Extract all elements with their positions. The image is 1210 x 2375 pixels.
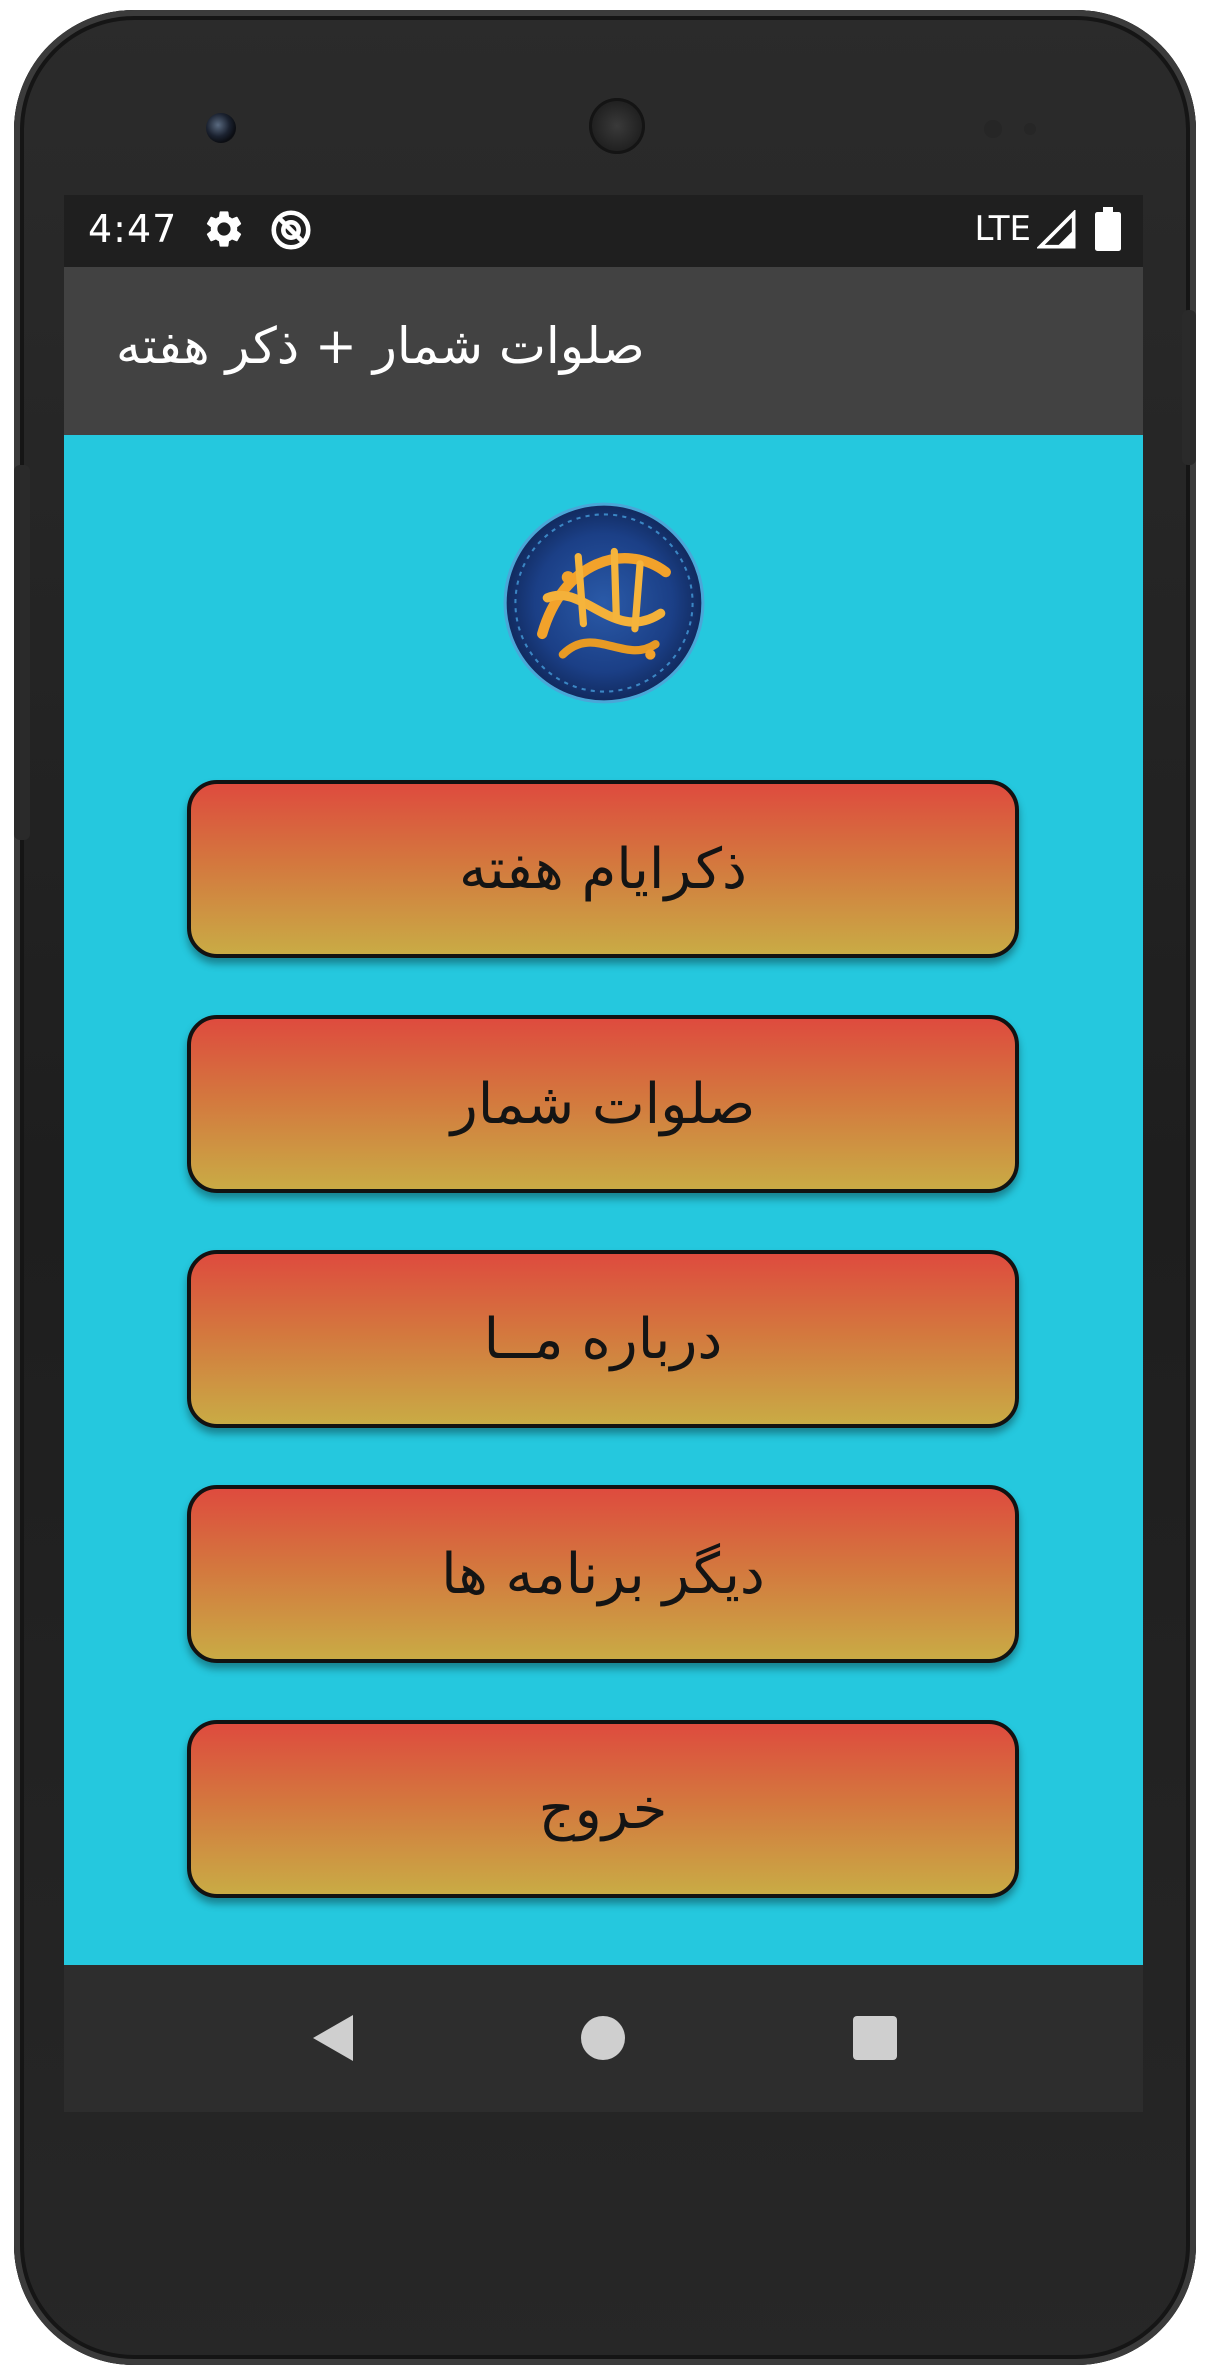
salawat-counter-button[interactable]: صلوات شمار (187, 1015, 1019, 1193)
status-time: 4:47 (88, 207, 178, 251)
about-us-button[interactable]: درباره مــا (187, 1250, 1019, 1428)
screen: 4:47 LTE صلوات شمار + ذکر هفته ذکرایام ه… (64, 195, 1143, 2112)
app-title: صلوات شمار + ذکر هفته (116, 317, 645, 375)
network-label: LTE (974, 209, 1031, 249)
power-button (1182, 310, 1196, 465)
battery-icon (1095, 207, 1121, 255)
front-camera (206, 113, 236, 143)
calligraphy-emblem-icon (501, 500, 707, 706)
proximity-sensor (984, 120, 1002, 138)
sync-disabled-icon (268, 207, 314, 257)
weekday-zikr-button[interactable]: ذکرایام هفته (187, 780, 1019, 958)
status-bar: 4:47 LTE (64, 195, 1143, 267)
volume-button (14, 465, 30, 840)
earpiece-speaker (589, 98, 645, 154)
other-apps-button[interactable]: دیگر برنامه ها (187, 1485, 1019, 1663)
signal-icon (1035, 208, 1077, 254)
home-icon[interactable] (579, 2013, 627, 2067)
recents-icon[interactable] (851, 2013, 899, 2067)
exit-button[interactable]: خروج (187, 1720, 1019, 1898)
gear-icon (202, 207, 246, 255)
back-icon[interactable] (309, 2013, 357, 2067)
light-sensor (1024, 123, 1036, 135)
app-bar: صلوات شمار + ذکر هفته (64, 267, 1143, 435)
navigation-bar (64, 1965, 1143, 2112)
main-content: ذکرایام هفته صلوات شمار درباره مــا دیگر… (64, 435, 1143, 1965)
